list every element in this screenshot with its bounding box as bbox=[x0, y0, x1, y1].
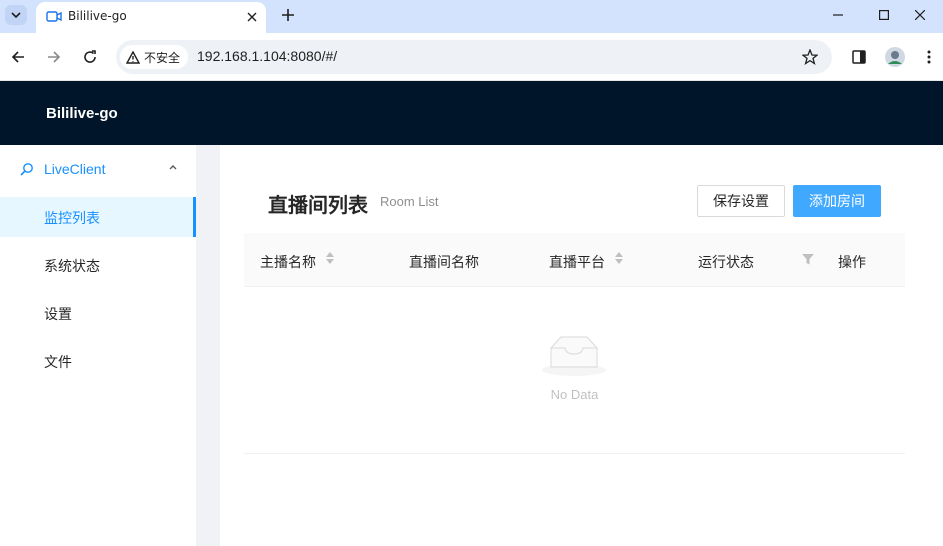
browser-toolbar: 不安全 192.168.1.104:8080/#/ bbox=[0, 33, 943, 81]
new-tab-button[interactable] bbox=[278, 5, 298, 25]
sidebar: LiveClient 监控列表 系统状态 设置 文件 bbox=[0, 145, 196, 546]
warning-icon bbox=[126, 50, 140, 64]
profile-button[interactable] bbox=[883, 45, 907, 69]
browser-tab-strip: Bililive-go bbox=[0, 0, 943, 33]
browser-menu-button[interactable] bbox=[917, 45, 941, 69]
star-icon bbox=[802, 49, 818, 65]
sidebar-item-files[interactable]: 文件 bbox=[0, 341, 196, 381]
add-room-button[interactable]: 添加房间 bbox=[793, 185, 881, 217]
chevron-up-icon bbox=[169, 165, 177, 170]
window-close-button[interactable] bbox=[897, 0, 943, 30]
minimize-button[interactable] bbox=[815, 0, 861, 30]
address-bar[interactable]: 不安全 192.168.1.104:8080/#/ bbox=[116, 40, 832, 74]
app-header: Bililive-go bbox=[0, 81, 943, 145]
column-header-anchor-name[interactable]: 主播名称 bbox=[260, 252, 316, 272]
back-button[interactable] bbox=[6, 45, 30, 69]
sidebar-item-settings[interactable]: 设置 bbox=[0, 293, 196, 333]
profile-avatar bbox=[885, 47, 905, 67]
app-title: Bililive-go bbox=[46, 105, 118, 122]
filter-icon[interactable] bbox=[802, 254, 814, 265]
room-table: 主播名称 直播间名称 直播平台 运行状态 操作 No Data bbox=[244, 233, 905, 454]
sort-icon[interactable] bbox=[615, 252, 623, 264]
main-content: 直播间列表 Room List 保存设置 添加房间 主播名称 直播间名称 直播平… bbox=[220, 145, 943, 546]
back-arrow-icon bbox=[11, 51, 24, 63]
page-title: 直播间列表 bbox=[268, 193, 368, 217]
sidebar-item-monitor-list[interactable]: 监控列表 bbox=[0, 197, 196, 237]
column-header-actions: 操作 bbox=[838, 255, 866, 271]
minimize-icon bbox=[833, 14, 843, 16]
reload-button[interactable] bbox=[78, 45, 102, 69]
sidebar-item-label: 监控列表 bbox=[44, 211, 100, 227]
forward-arrow-icon bbox=[48, 51, 61, 63]
security-label: 不安全 bbox=[144, 50, 181, 65]
more-vert-icon bbox=[927, 50, 931, 64]
sidebar-item-system-status[interactable]: 系统状态 bbox=[0, 245, 196, 285]
window-close-icon bbox=[915, 10, 925, 20]
browser-tab[interactable]: Bililive-go bbox=[36, 2, 266, 33]
sidebar-item-label: 系统状态 bbox=[44, 259, 100, 275]
side-panel-button[interactable] bbox=[847, 45, 871, 69]
url-text[interactable]: 192.168.1.104:8080/#/ bbox=[197, 48, 337, 64]
submenu-label: LiveClient bbox=[44, 161, 106, 177]
tab-close-button[interactable] bbox=[243, 8, 261, 26]
table-body: No Data bbox=[244, 287, 905, 454]
sidebar-panel-icon bbox=[852, 50, 866, 64]
chevron-down-icon bbox=[11, 12, 21, 19]
empty-inbox-icon bbox=[542, 336, 606, 376]
forward-button[interactable] bbox=[42, 45, 66, 69]
page-subtitle: Room List bbox=[380, 194, 439, 209]
table-header: 主播名称 直播间名称 直播平台 运行状态 操作 bbox=[244, 233, 905, 287]
camera-favicon-icon bbox=[46, 11, 62, 22]
sidebar-item-label: 设置 bbox=[44, 307, 72, 323]
reload-icon bbox=[84, 50, 96, 63]
tab-title: Bililive-go bbox=[68, 9, 127, 23]
column-header-platform[interactable]: 直播平台 bbox=[549, 252, 605, 272]
close-icon bbox=[247, 12, 257, 22]
submenu-liveclient[interactable]: LiveClient bbox=[0, 145, 196, 193]
search-icon bbox=[20, 163, 33, 176]
sidebar-item-label: 文件 bbox=[44, 355, 72, 371]
column-header-status: 运行状态 bbox=[698, 255, 754, 271]
empty-text: No Data bbox=[550, 387, 599, 402]
maximize-icon bbox=[879, 10, 889, 20]
bookmark-star-button[interactable] bbox=[800, 47, 820, 67]
tab-search-button[interactable] bbox=[5, 5, 27, 25]
security-chip[interactable]: 不安全 bbox=[120, 45, 189, 69]
sort-icon[interactable] bbox=[326, 252, 334, 264]
save-settings-button[interactable]: 保存设置 bbox=[697, 185, 785, 217]
column-header-room-name: 直播间名称 bbox=[409, 255, 479, 271]
plus-icon bbox=[282, 9, 294, 21]
